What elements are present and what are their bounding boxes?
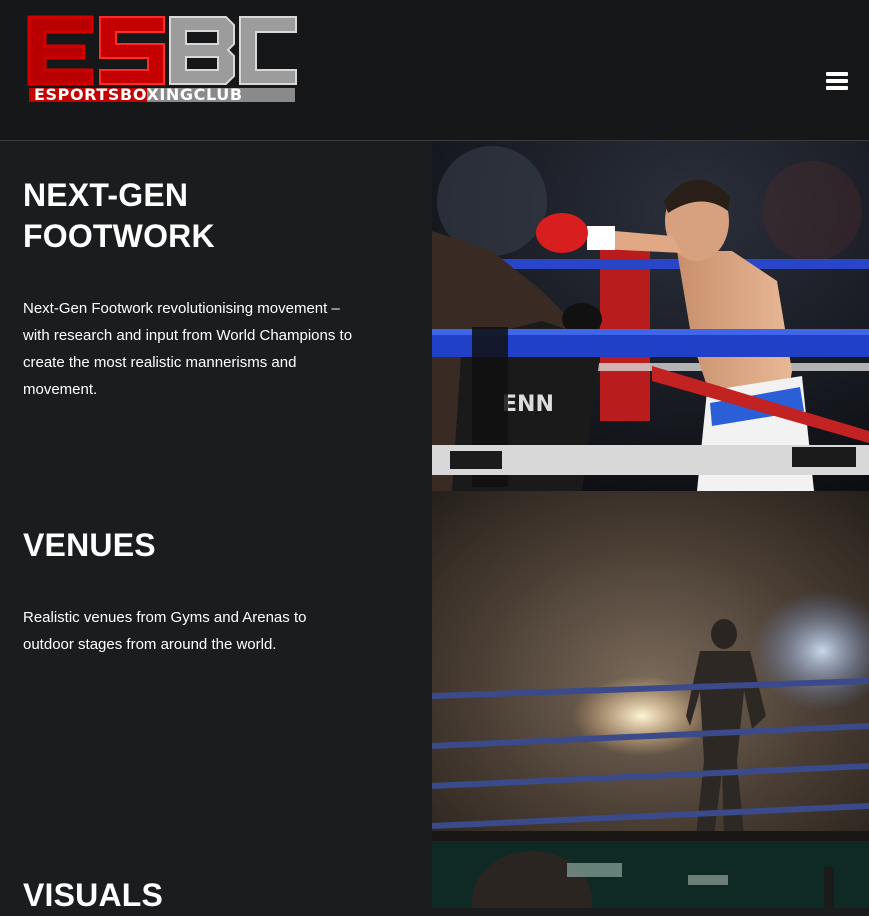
site-header: ESPORTSBOXINGCLUB [0,0,869,141]
svg-text:ENN: ENN [502,392,554,417]
feature-text: NEXT-GEN FOOTWORK Next-Gen Footwork revo… [23,175,363,403]
feature-visuals: VISUALS [0,841,869,913]
gym-scene [432,841,869,908]
boxing-ring-scene: ENN [432,141,869,491]
menu-bar [826,72,848,76]
feature-description: Realistic venues from Gyms and Arenas to… [23,609,307,653]
feature-title: VISUALS [23,877,164,913]
footwork-image: ENN [432,141,869,491]
foggy-ring-scene [432,491,869,841]
feature-title: NEXT-GEN FOOTWORK [23,177,215,254]
esbc-logo[interactable]: ESPORTSBOXINGCLUB [26,14,298,104]
feature-title: VENUES [23,527,156,563]
logo-wordmark: ESPORTSBOXINGCLUB [34,85,243,104]
svg-text:ESPORTSBOXINGCLUB: ESPORTSBOXINGCLUB [34,85,243,104]
feature-text: VISUALS [23,875,363,916]
feature-next-gen-footwork: NEXT-GEN FOOTWORK Next-Gen Footwork revo… [0,141,869,491]
menu-bar [826,86,848,90]
menu-bar [826,79,848,83]
venues-image [432,491,869,841]
feature-venues: VENUES Realistic venues from Gyms and Ar… [0,491,869,841]
feature-description: Next-Gen Footwork revolutionising moveme… [23,300,353,398]
feature-text: VENUES Realistic venues from Gyms and Ar… [23,525,363,658]
visuals-image [432,841,869,908]
hamburger-menu-icon[interactable] [824,70,850,94]
